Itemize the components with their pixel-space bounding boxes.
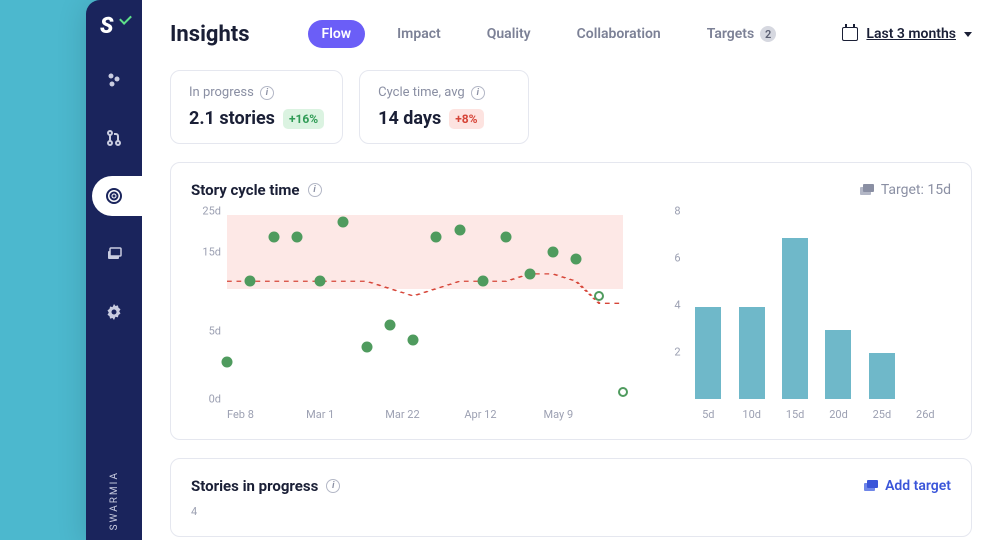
kpi-value: 14 days xyxy=(378,108,441,129)
tab-flow[interactable]: Flow xyxy=(308,20,366,48)
target-indicator[interactable]: Target: 15d xyxy=(859,182,951,198)
target-stack-icon xyxy=(859,183,875,197)
info-icon[interactable]: i xyxy=(326,479,340,493)
nav-settings-icon[interactable] xyxy=(94,292,134,332)
x-axis-bar: 5d10d15d20d25d26d xyxy=(687,408,947,421)
tab-collaboration[interactable]: Collaboration xyxy=(563,20,675,48)
panel-title: Story cycle time i xyxy=(191,181,322,199)
nav-pull-requests-icon[interactable] xyxy=(94,118,134,158)
bar-plot-area xyxy=(687,215,947,399)
kpi-delta: +8% xyxy=(449,109,483,129)
page-header: Insights Flow Impact Quality Collaborati… xyxy=(170,20,972,48)
targets-count-badge: 2 xyxy=(760,26,776,42)
kpi-delta: +16% xyxy=(283,109,324,129)
nav-boards-icon[interactable] xyxy=(94,234,134,274)
y-tick-preview: 4 xyxy=(191,505,951,518)
date-range-label: Last 3 months xyxy=(866,26,956,42)
panel-stories-in-progress: Stories in progress i Add target 4 xyxy=(170,458,972,537)
page-title: Insights xyxy=(170,22,250,47)
panel-story-cycle-time: Story cycle time i Target: 15d 25d15d5d0… xyxy=(170,162,972,440)
panel-title: Stories in progress i xyxy=(191,477,340,495)
info-icon[interactable]: i xyxy=(308,183,322,197)
y-axis-bar: 8642 xyxy=(651,211,681,399)
kpi-cards: In progress i 2.1 stories +16% Cycle tim… xyxy=(170,70,972,144)
main-content: Insights Flow Impact Quality Collaborati… xyxy=(142,0,1000,540)
tab-bar: Flow Impact Quality Collaboration Target… xyxy=(308,20,791,48)
brand-vertical-label: SWARMIA xyxy=(109,471,120,530)
kpi-in-progress[interactable]: In progress i 2.1 stories +16% xyxy=(170,70,343,144)
tab-quality[interactable]: Quality xyxy=(473,20,545,48)
chart-cycle-time-scatter[interactable]: 25d15d5d0d Feb 8Mar 1Mar 22Apr 12May 9 xyxy=(191,211,627,421)
kpi-cycle-time[interactable]: Cycle time, avg i 14 days +8% xyxy=(359,70,529,144)
add-target-button[interactable]: Add target xyxy=(863,478,951,494)
app-window: S SWARMIA Insights Flow Impact Quality C… xyxy=(86,0,1000,540)
nav-insights-icon[interactable] xyxy=(92,176,148,216)
calendar-icon xyxy=(842,27,858,41)
chart-cycle-time-histogram[interactable]: 8642 5d10d15d20d25d26d xyxy=(651,211,951,421)
sidebar: S SWARMIA xyxy=(86,0,142,540)
date-range-picker[interactable]: Last 3 months xyxy=(842,26,972,42)
kpi-label: In progress i xyxy=(189,85,324,100)
kpi-value: 2.1 stories xyxy=(189,108,275,129)
target-stack-icon xyxy=(863,479,879,493)
kpi-label: Cycle time, avg i xyxy=(378,85,510,100)
info-icon[interactable]: i xyxy=(471,86,485,100)
info-icon[interactable]: i xyxy=(260,86,274,100)
tab-impact[interactable]: Impact xyxy=(383,20,455,48)
nav-people-icon[interactable] xyxy=(94,60,134,100)
tab-targets[interactable]: Targets 2 xyxy=(693,20,790,48)
chevron-down-icon xyxy=(964,32,972,37)
logo-icon: S xyxy=(100,14,128,42)
y-axis-scatter: 25d15d5d0d xyxy=(191,211,221,399)
x-axis-scatter: Feb 8Mar 1Mar 22Apr 12May 9 xyxy=(227,408,623,421)
scatter-plot-area xyxy=(227,215,623,399)
